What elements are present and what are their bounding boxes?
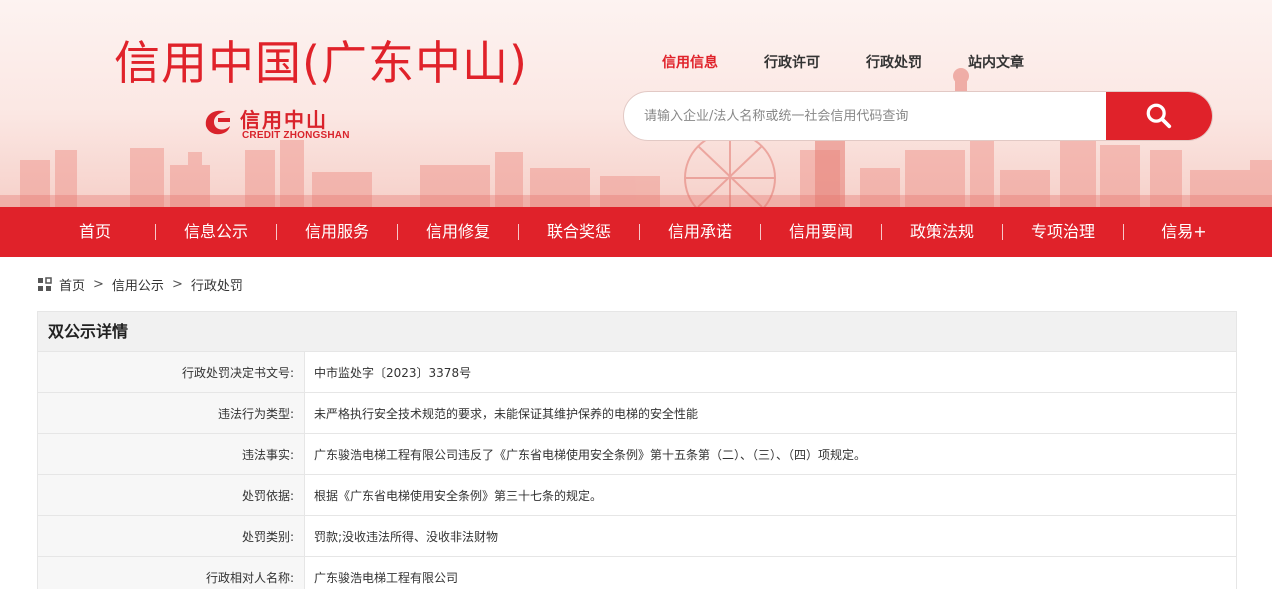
row-value: 根据《广东省电梯使用安全条例》第三十七条的规定。 xyxy=(304,474,1237,516)
header-banner: 信用中国(广东中山) 信用中山 CREDIT ZHONGSHAN 信用信息 行政… xyxy=(0,0,1272,207)
nav-credit-service[interactable]: 信用服务 xyxy=(277,207,397,257)
row-value: 未严格执行安全技术规范的要求，未能保证其维护保养的电梯的安全性能 xyxy=(304,392,1237,434)
logo-text-en: CREDIT ZHONGSHAN xyxy=(242,130,350,141)
top-nav-admin-license[interactable]: 行政许可 xyxy=(764,52,820,72)
logo-text-cn: 信用中山 xyxy=(240,108,328,132)
search-button[interactable] xyxy=(1106,92,1212,140)
logo-mark-icon xyxy=(205,110,230,135)
breadcrumb-home[interactable]: 首页 xyxy=(59,275,85,294)
nav-home[interactable]: 首页 xyxy=(35,207,155,257)
table-row: 违法行为类型: 未严格执行安全技术规范的要求，未能保证其维护保养的电梯的安全性能 xyxy=(37,392,1237,434)
grid-icon xyxy=(38,277,52,291)
table-row: 处罚类别: 罚款;没收违法所得、没收非法财物 xyxy=(37,515,1237,557)
nav-credit-commitment[interactable]: 信用承诺 xyxy=(640,207,760,257)
breadcrumb-separator: > xyxy=(93,277,104,292)
row-label: 违法行为类型: xyxy=(37,392,305,434)
row-label: 处罚依据: xyxy=(37,474,305,516)
table-row: 行政相对人名称: 广东骏浩电梯工程有限公司 xyxy=(37,556,1237,589)
nav-special-governance[interactable]: 专项治理 xyxy=(1003,207,1123,257)
top-nav-credit-info[interactable]: 信用信息 xyxy=(662,52,718,72)
main-nav: 首页 信息公示 信用服务 信用修复 联合奖惩 信用承诺 信用要闻 政策法规 专项… xyxy=(0,207,1272,257)
row-label: 行政相对人名称: xyxy=(37,556,305,589)
row-value: 中市监处字〔2023〕3378号 xyxy=(304,351,1237,393)
site-title: 信用中国(广东中山) xyxy=(114,36,528,90)
search-icon xyxy=(1146,103,1172,129)
nav-credit-news[interactable]: 信用要闻 xyxy=(761,207,881,257)
detail-table: 行政处罚决定书文号: 中市监处字〔2023〕3378号 违法行为类型: 未严格执… xyxy=(37,351,1237,589)
nav-xinyi-plus[interactable]: 信易+ xyxy=(1124,207,1244,257)
top-nav-site-articles[interactable]: 站内文章 xyxy=(968,52,1024,72)
row-value: 广东骏浩电梯工程有限公司违反了《广东省电梯使用安全条例》第十五条第（二）、（三）… xyxy=(304,433,1237,475)
breadcrumb-admin-penalty[interactable]: 行政处罚 xyxy=(191,275,243,294)
breadcrumb-separator: > xyxy=(171,277,183,292)
panel-title: 双公示详情 xyxy=(37,311,1237,351)
table-row: 处罚依据: 根据《广东省电梯使用安全条例》第三十七条的规定。 xyxy=(37,474,1237,516)
breadcrumb: 首页 > 信用公示 > 行政处罚 xyxy=(37,275,243,294)
credit-zhongshan-logo[interactable]: 信用中山 CREDIT ZHONGSHAN xyxy=(200,104,360,144)
breadcrumb-credit-publicity[interactable]: 信用公示 xyxy=(112,275,164,294)
table-row: 行政处罚决定书文号: 中市监处字〔2023〕3378号 xyxy=(37,351,1237,393)
table-row: 违法事实: 广东骏浩电梯工程有限公司违反了《广东省电梯使用安全条例》第十五条第（… xyxy=(37,433,1237,475)
nav-policy-regulations[interactable]: 政策法规 xyxy=(882,207,1002,257)
row-label: 行政处罚决定书文号: xyxy=(37,351,305,393)
nav-info-publicity[interactable]: 信息公示 xyxy=(156,207,276,257)
search-input[interactable] xyxy=(624,92,1108,140)
top-nav-admin-penalty[interactable]: 行政处罚 xyxy=(866,52,922,72)
nav-joint-reward-punish[interactable]: 联合奖惩 xyxy=(519,207,639,257)
row-value: 广东骏浩电梯工程有限公司 xyxy=(304,556,1237,589)
nav-credit-repair[interactable]: 信用修复 xyxy=(398,207,518,257)
row-value: 罚款;没收违法所得、没收非法财物 xyxy=(304,515,1237,557)
detail-panel: 双公示详情 行政处罚决定书文号: 中市监处字〔2023〕3378号 违法行为类型… xyxy=(37,311,1237,589)
search-box xyxy=(623,91,1213,141)
row-label: 处罚类别: xyxy=(37,515,305,557)
top-nav: 信用信息 行政许可 行政处罚 站内文章 xyxy=(662,52,1070,72)
row-label: 违法事实: xyxy=(37,433,305,475)
